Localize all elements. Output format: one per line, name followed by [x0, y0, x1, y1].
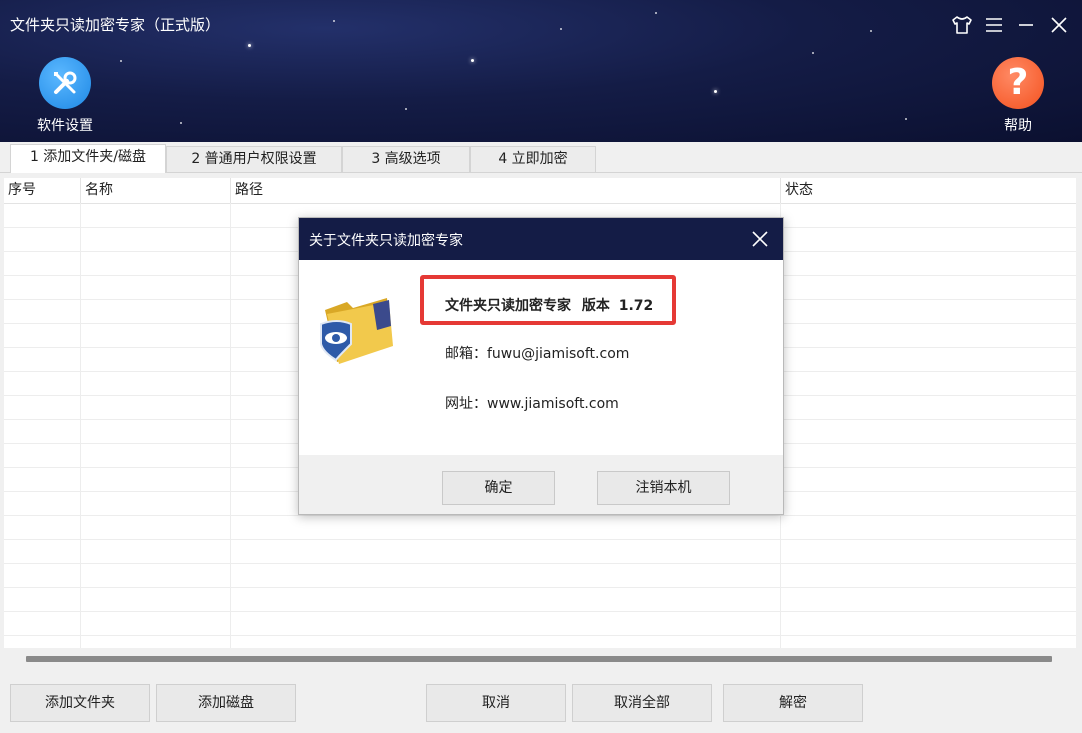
dialog-title-bar: 关于文件夹只读加密专家 — [299, 218, 783, 260]
column-divider — [230, 203, 231, 648]
close-icon — [752, 231, 768, 247]
star-decoration — [714, 90, 717, 93]
star-decoration — [405, 108, 407, 110]
email-label: 邮箱： — [445, 346, 487, 362]
star-decoration — [471, 59, 474, 62]
scrollbar-thumb[interactable] — [26, 656, 1052, 662]
window-title: 文件夹只读加密专家（正式版） — [10, 16, 221, 34]
folder-eye-shield-icon — [320, 298, 393, 364]
table-row-line — [4, 611, 1076, 612]
settings-label: 软件设置 — [37, 118, 93, 134]
website-value: www.jiamisoft.com — [487, 396, 619, 412]
star-decoration — [905, 118, 907, 120]
version-highlight-box — [420, 275, 676, 325]
star-decoration — [812, 52, 814, 54]
dialog-title: 关于文件夹只读加密专家 — [309, 233, 463, 249]
question-mark-icon: ? — [992, 57, 1044, 109]
add-folder-button[interactable]: 添加文件夹 — [10, 684, 150, 722]
skin-button[interactable] — [949, 12, 975, 38]
tab-bar: 1 添加文件夹/磁盘 2 普通用户权限设置 3 高级选项 4 立即加密 — [0, 142, 1082, 173]
unregister-button[interactable]: 注销本机 — [597, 471, 730, 505]
cancel-all-button[interactable]: 取消全部 — [572, 684, 712, 722]
minimize-icon — [1019, 24, 1033, 26]
ok-button[interactable]: 确定 — [442, 471, 555, 505]
about-dialog: 关于文件夹只读加密专家 文件夹只读加密专家 版本 1.72 邮箱：fuwu@ji… — [298, 217, 784, 515]
column-header-status[interactable]: 状态 — [781, 178, 1076, 203]
table-row-line — [4, 539, 1076, 540]
help-tool-button[interactable]: ? 帮助 — [983, 57, 1053, 135]
tab-user-permissions[interactable]: 2 普通用户权限设置 — [166, 146, 342, 172]
star-decoration — [248, 44, 251, 47]
dialog-footer: 确定 注销本机 — [299, 455, 783, 514]
add-disk-button[interactable]: 添加磁盘 — [156, 684, 296, 722]
table-row-line — [4, 587, 1076, 588]
tab-add-folder-disk[interactable]: 1 添加文件夹/磁盘 — [10, 144, 166, 173]
star-decoration — [180, 122, 182, 124]
table-row-line — [4, 515, 1076, 516]
minimize-button[interactable] — [1013, 12, 1039, 38]
table-header: 序号 名称 路径 状态 — [4, 178, 1076, 204]
table-row-line — [4, 635, 1076, 636]
cancel-button[interactable]: 取消 — [426, 684, 566, 722]
website-label: 网址： — [445, 396, 487, 412]
tab-encrypt-now[interactable]: 4 立即加密 — [470, 146, 596, 172]
decrypt-button[interactable]: 解密 — [723, 684, 863, 722]
dialog-close-button[interactable] — [749, 228, 771, 250]
tab-advanced-options[interactable]: 3 高级选项 — [342, 146, 470, 172]
horizontal-scrollbar[interactable] — [4, 648, 1076, 670]
email-value: fuwu@jiamisoft.com — [487, 346, 630, 362]
tshirt-icon — [952, 16, 972, 34]
menu-button[interactable] — [981, 12, 1007, 38]
star-decoration — [560, 28, 562, 30]
close-icon — [1051, 17, 1067, 33]
column-divider — [80, 203, 81, 648]
table-row-line — [4, 563, 1076, 564]
hamburger-icon — [986, 18, 1002, 32]
column-header-name[interactable]: 名称 — [81, 178, 231, 203]
help-label: 帮助 — [1004, 118, 1032, 134]
star-decoration — [655, 12, 657, 14]
settings-tool-button[interactable]: 软件设置 — [30, 57, 100, 135]
header-banner: 文件夹只读加密专家（正式版） 软件设置 ? 帮助 — [0, 0, 1082, 142]
star-decoration — [120, 60, 122, 62]
star-decoration — [333, 20, 335, 22]
close-button[interactable] — [1046, 12, 1072, 38]
column-header-index[interactable]: 序号 — [4, 178, 81, 203]
column-header-path[interactable]: 路径 — [231, 178, 781, 203]
star-decoration — [870, 30, 872, 32]
tools-icon — [39, 57, 91, 109]
website-line: 网址：www.jiamisoft.com — [445, 393, 619, 413]
email-line: 邮箱：fuwu@jiamisoft.com — [445, 343, 629, 363]
